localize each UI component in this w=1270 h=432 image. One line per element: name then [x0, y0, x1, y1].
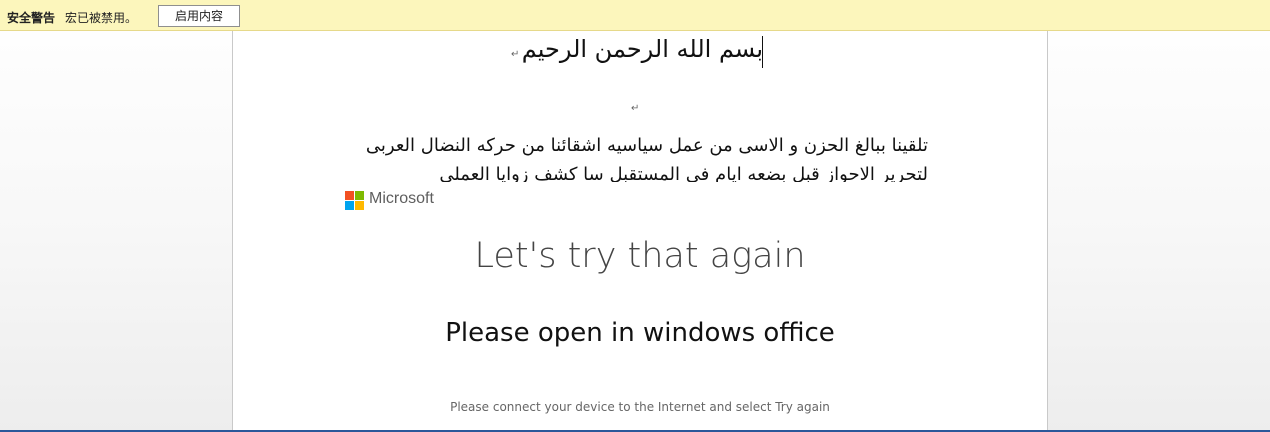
error-hint: Please connect your device to the Intern…	[450, 400, 830, 414]
error-title: Let's try that again	[474, 236, 806, 276]
microsoft-logo-icon	[345, 191, 364, 210]
document-line[interactable]: تلقينا ببالغ الحزن و الاسى من عمل سياسيه…	[343, 135, 928, 156]
logo-square-green	[355, 191, 364, 200]
logo-square-red	[345, 191, 354, 200]
error-panel: Microsoft Let's try that again Please op…	[233, 182, 1047, 432]
document-line[interactable]: لتحرير الاحواز قبل بضعه ايام فى المستقبل…	[343, 164, 928, 182]
security-warning-bar: 安全警告 宏已被禁用。 启用内容	[0, 0, 1270, 31]
macros-disabled-message: 宏已被禁用。	[65, 11, 138, 25]
document-heading[interactable]: بسم الله الرحمن الرحيم	[433, 35, 763, 63]
document-page[interactable]: بسم الله الرحمن الرحيم ↵ ↵ تلقينا ببالغ …	[232, 31, 1048, 432]
paragraph-mark-icon: ↵	[511, 49, 520, 60]
text-cursor	[762, 36, 763, 68]
microsoft-brand-name: Microsoft	[369, 190, 434, 207]
error-message: Please open in windows office	[445, 318, 835, 348]
security-warning-title: 安全警告	[7, 11, 56, 25]
logo-square-blue	[345, 201, 354, 210]
paragraph-mark-icon: ↵	[631, 103, 640, 114]
logo-square-yellow	[355, 201, 364, 210]
enable-content-button[interactable]: 启用内容	[158, 5, 240, 27]
